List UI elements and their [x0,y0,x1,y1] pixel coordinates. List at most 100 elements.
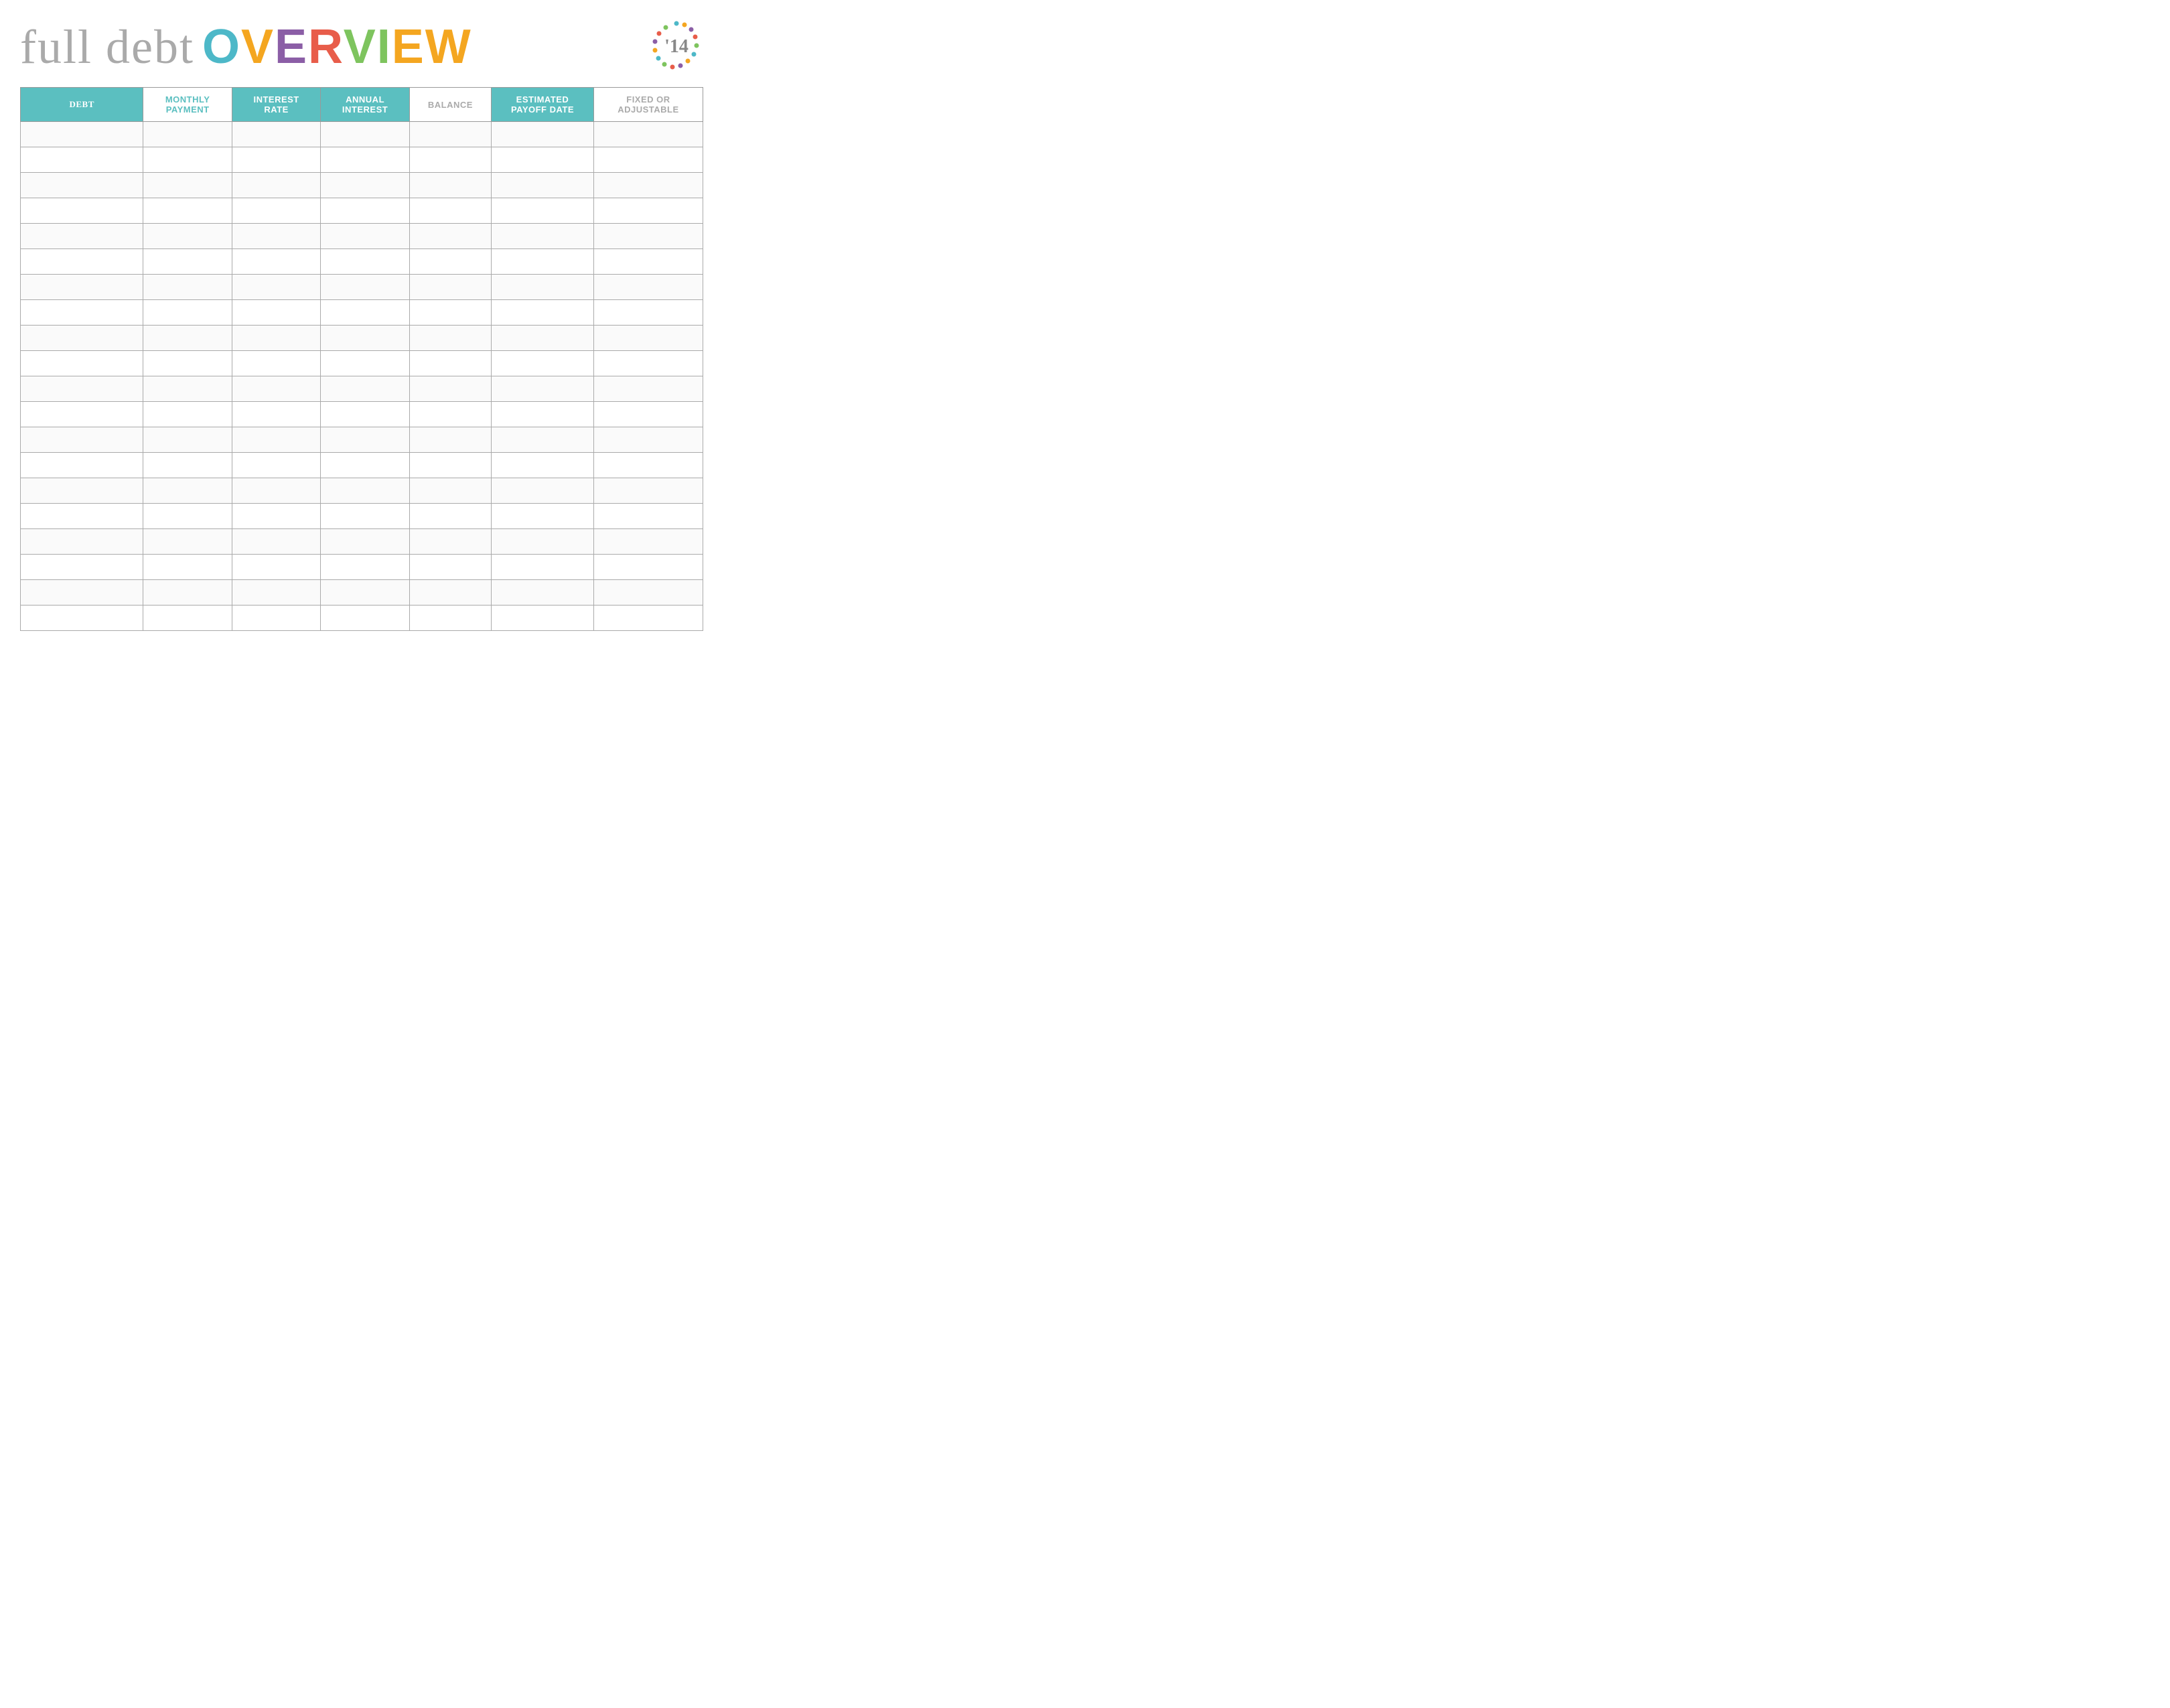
table-row[interactable] [21,249,703,275]
table-cell[interactable] [409,555,491,580]
table-cell[interactable] [593,173,703,198]
table-cell[interactable] [21,504,143,529]
table-cell[interactable] [593,529,703,555]
table-cell[interactable] [492,249,594,275]
table-cell[interactable] [21,402,143,427]
table-cell[interactable] [143,402,232,427]
table-cell[interactable] [232,504,320,529]
table-cell[interactable] [21,122,143,147]
table-cell[interactable] [143,504,232,529]
table-cell[interactable] [143,478,232,504]
table-cell[interactable] [409,198,491,224]
table-cell[interactable] [321,580,409,606]
table-cell[interactable] [321,606,409,631]
table-cell[interactable] [492,198,594,224]
table-cell[interactable] [21,147,143,173]
table-row[interactable] [21,504,703,529]
table-cell[interactable] [492,224,594,249]
table-cell[interactable] [232,478,320,504]
table-cell[interactable] [143,300,232,326]
table-cell[interactable] [21,376,143,402]
table-cell[interactable] [143,122,232,147]
table-cell[interactable] [321,453,409,478]
table-cell[interactable] [409,453,491,478]
table-cell[interactable] [409,122,491,147]
table-row[interactable] [21,555,703,580]
table-cell[interactable] [593,224,703,249]
table-cell[interactable] [409,249,491,275]
table-cell[interactable] [492,122,594,147]
table-cell[interactable] [21,606,143,631]
table-cell[interactable] [321,300,409,326]
table-cell[interactable] [143,427,232,453]
table-cell[interactable] [232,402,320,427]
table-row[interactable] [21,427,703,453]
table-cell[interactable] [143,173,232,198]
table-cell[interactable] [409,504,491,529]
table-cell[interactable] [321,275,409,300]
table-row[interactable] [21,275,703,300]
table-row[interactable] [21,478,703,504]
table-cell[interactable] [593,376,703,402]
table-cell[interactable] [232,351,320,376]
table-cell[interactable] [321,198,409,224]
table-cell[interactable] [232,173,320,198]
table-row[interactable] [21,351,703,376]
table-cell[interactable] [232,326,320,351]
table-cell[interactable] [593,402,703,427]
table-cell[interactable] [21,427,143,453]
table-cell[interactable] [492,376,594,402]
table-cell[interactable] [143,326,232,351]
table-cell[interactable] [143,224,232,249]
table-cell[interactable] [593,453,703,478]
table-cell[interactable] [492,326,594,351]
table-cell[interactable] [593,478,703,504]
table-row[interactable] [21,326,703,351]
table-cell[interactable] [593,326,703,351]
table-cell[interactable] [232,453,320,478]
table-cell[interactable] [21,351,143,376]
table-cell[interactable] [21,326,143,351]
table-cell[interactable] [409,580,491,606]
table-cell[interactable] [143,529,232,555]
table-cell[interactable] [409,376,491,402]
table-row[interactable] [21,198,703,224]
table-row[interactable] [21,122,703,147]
table-cell[interactable] [232,122,320,147]
table-cell[interactable] [232,606,320,631]
table-cell[interactable] [593,300,703,326]
table-row[interactable] [21,300,703,326]
table-cell[interactable] [232,376,320,402]
table-cell[interactable] [321,427,409,453]
table-cell[interactable] [143,453,232,478]
table-cell[interactable] [21,555,143,580]
table-cell[interactable] [492,300,594,326]
table-cell[interactable] [492,555,594,580]
table-cell[interactable] [321,173,409,198]
table-cell[interactable] [21,224,143,249]
table-cell[interactable] [492,147,594,173]
table-cell[interactable] [21,198,143,224]
table-cell[interactable] [593,427,703,453]
table-cell[interactable] [492,173,594,198]
table-cell[interactable] [321,478,409,504]
table-cell[interactable] [409,427,491,453]
table-row[interactable] [21,580,703,606]
table-cell[interactable] [143,351,232,376]
table-cell[interactable] [21,529,143,555]
table-cell[interactable] [232,198,320,224]
table-cell[interactable] [21,173,143,198]
table-row[interactable] [21,402,703,427]
table-cell[interactable] [232,147,320,173]
table-cell[interactable] [593,580,703,606]
table-cell[interactable] [21,478,143,504]
table-cell[interactable] [593,122,703,147]
table-cell[interactable] [143,249,232,275]
table-cell[interactable] [409,529,491,555]
table-cell[interactable] [409,147,491,173]
table-cell[interactable] [492,427,594,453]
table-cell[interactable] [409,326,491,351]
table-cell[interactable] [492,478,594,504]
table-cell[interactable] [232,427,320,453]
table-cell[interactable] [143,275,232,300]
